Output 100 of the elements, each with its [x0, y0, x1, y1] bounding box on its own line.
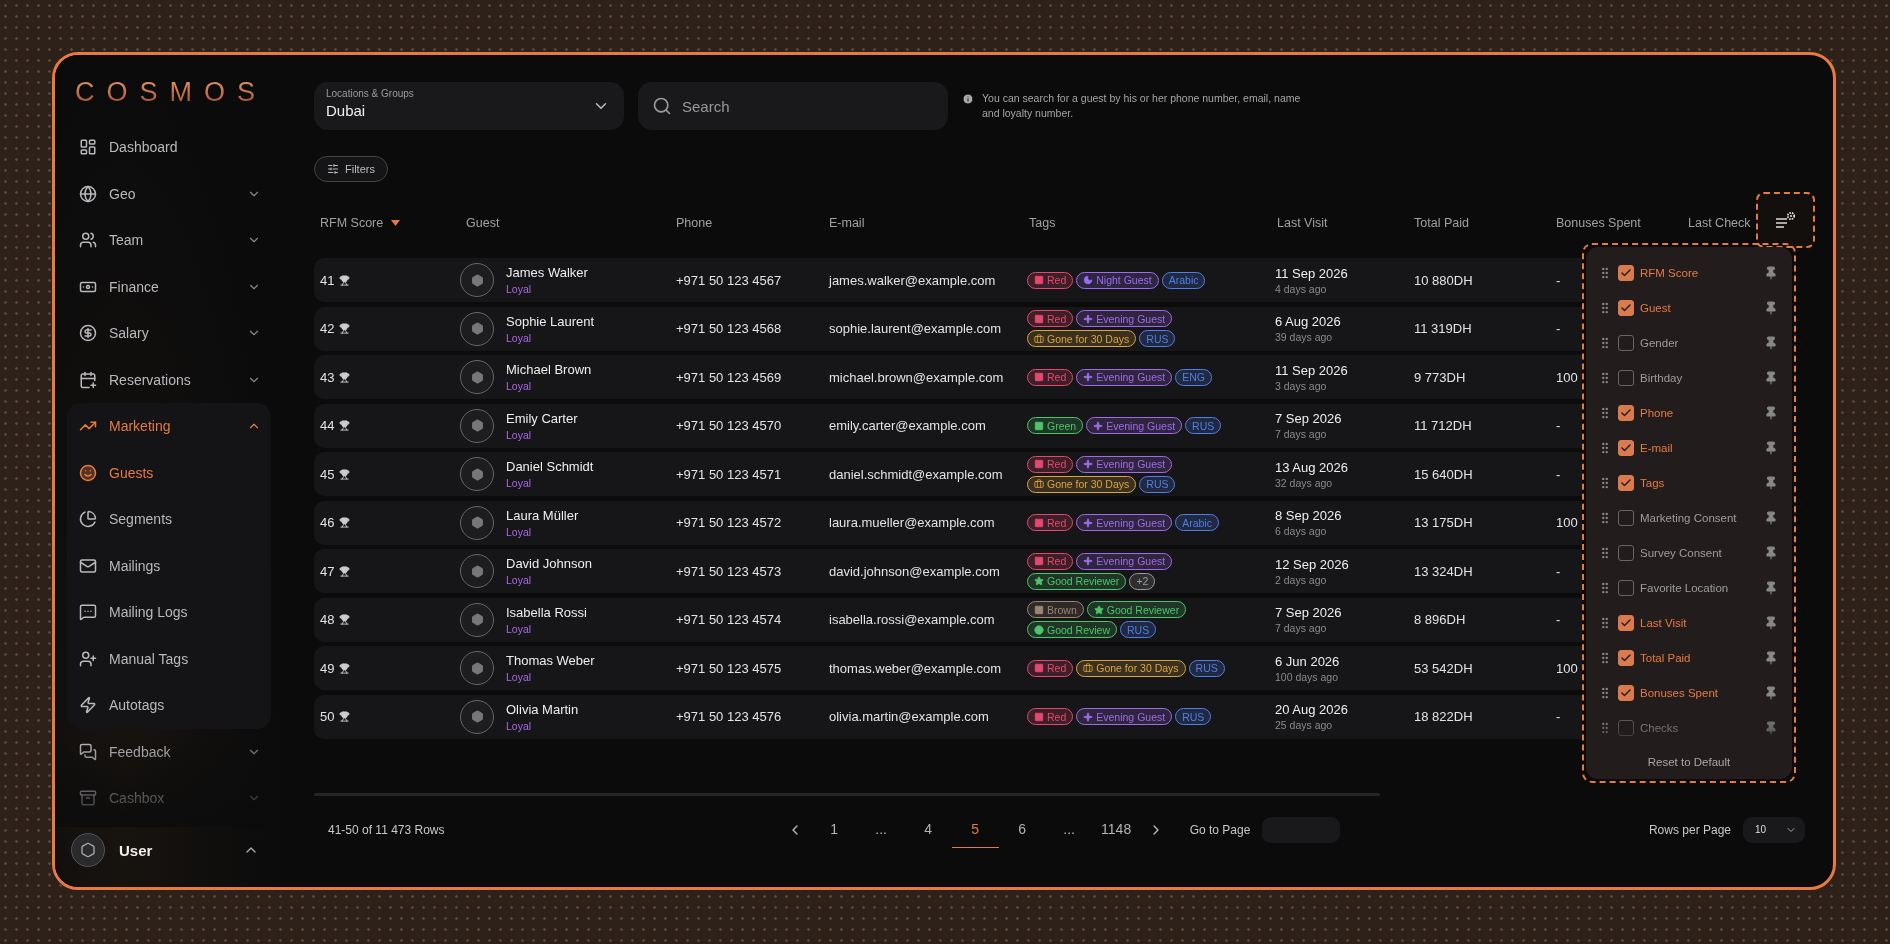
avatar[interactable] [71, 833, 105, 867]
checkbox[interactable] [1618, 649, 1634, 666]
pin-icon[interactable] [1764, 650, 1778, 665]
nav-item[interactable]: Mailings [67, 542, 271, 589]
page-button[interactable]: 6 [998, 811, 1046, 848]
reset-button[interactable]: Reset to Default [1641, 755, 1737, 769]
page-button[interactable]: 4 [904, 811, 952, 848]
table-row[interactable]: 50 Olivia Martin Loyal +971 50 123 4576 olivia.martin@example.com Red Evening Guest RUS 20 Aug 2026 25 days ago 18 822DH - [314, 694, 1582, 739]
checkbox[interactable] [1618, 579, 1634, 596]
table-row[interactable]: 42 Sophie Laurent Loyal +971 50 123 4568 sophie.laurent@example.com Red Evening Guest Gone for 30 Days RUS 6 Aug 2026 39 days ago 11 319DH - [314, 306, 1582, 351]
checkbox[interactable] [1618, 509, 1634, 526]
nav-item[interactable]: Guests [67, 449, 271, 496]
column-option[interactable]: Tags [1586, 465, 1792, 500]
page-button[interactable]: 5 [951, 811, 999, 848]
column-header[interactable]: Total Paid [1414, 216, 1469, 230]
page-button[interactable]: 1148 [1092, 811, 1140, 848]
page-button[interactable]: 1 [810, 811, 858, 848]
column-header[interactable]: RFM Score [320, 216, 401, 230]
tag: Evening Guest [1076, 552, 1173, 570]
nav-item[interactable]: Finance [67, 263, 271, 310]
nav-item[interactable]: Dashboard [67, 124, 271, 171]
nav-item[interactable]: Mailing Logs [67, 589, 271, 636]
pin-icon[interactable] [1764, 685, 1778, 700]
pin-icon[interactable] [1764, 580, 1778, 595]
pin-icon[interactable] [1764, 405, 1778, 420]
checkbox[interactable] [1618, 684, 1634, 701]
table-row[interactable]: 48 Isabella Rossi Loyal +971 50 123 4574 isabella.rossi@example.com Brown Good Reviewer Good Review RUS 7 Sep 2026 7 days ago 8 896DH - [314, 597, 1582, 642]
checkbox[interactable] [1618, 544, 1634, 561]
table-row[interactable]: 49 Thomas Weber Loyal +971 50 123 4575 thomas.weber@example.com Red Gone for 30 Days RUS 6 Jun 2026 100 days ago 53 542DH 100 [314, 646, 1582, 690]
page-button[interactable]: ... [1045, 811, 1093, 848]
column-option[interactable]: Last Visit [1586, 605, 1792, 640]
pin-icon[interactable] [1764, 335, 1778, 350]
pin-icon[interactable] [1764, 475, 1778, 490]
column-option[interactable]: Phone [1586, 395, 1792, 430]
calendar-plus-icon [79, 370, 97, 389]
table-row[interactable]: 44 Emily Carter Loyal +971 50 123 4570 emily.carter@example.com Green Evening Guest RUS 7 Sep 2026 7 days ago 11 712DH - [314, 403, 1582, 448]
checkbox[interactable] [1618, 719, 1634, 736]
globe-icon [79, 184, 97, 203]
nav-item[interactable]: Manual Tags [67, 635, 271, 682]
column-settings-button[interactable] [1756, 192, 1815, 248]
nav-item[interactable]: Team [67, 217, 271, 264]
column-option[interactable]: Marketing Consent [1586, 500, 1792, 535]
checkbox[interactable] [1618, 264, 1634, 281]
table-row[interactable]: 47 David Johnson Loyal +971 50 123 4573 david.johnson@example.com Red Evening Guest Good Reviewer +2 12 Sep 2026 2 days ago 13 324DH - [314, 549, 1582, 593]
checkbox[interactable] [1618, 614, 1634, 631]
column-option[interactable]: Bonuses Spent [1586, 675, 1792, 710]
nav-item[interactable]: Geo [67, 170, 271, 217]
checkbox[interactable] [1618, 439, 1634, 456]
checkbox[interactable] [1618, 334, 1634, 351]
column-option[interactable]: Birthday [1586, 360, 1792, 395]
column-header[interactable]: Last Check [1688, 216, 1751, 230]
filters-button[interactable]: Filters [314, 156, 388, 182]
nav-item[interactable]: Segments [67, 496, 271, 543]
column-header[interactable]: Last Visit [1277, 216, 1328, 230]
column-option[interactable]: Total Paid [1586, 640, 1792, 675]
table-row[interactable]: 41 James Walker Loyal +971 50 123 4567 james.walker@example.com Red Night Guest Arabic 11 Sep 2026 4 days ago 10 880DH - [314, 258, 1582, 302]
visit-ago: 2 days ago [1275, 573, 1328, 586]
table-row[interactable]: 43 Michael Brown Loyal +971 50 123 4569 michael.brown@example.com Red Evening Guest ENG 11 Sep 2026 3 days ago 9 773DH 100 [314, 355, 1582, 399]
total-paid-cell: 13 324DH [1414, 563, 1473, 579]
pin-icon[interactable] [1764, 510, 1778, 525]
checkbox[interactable] [1618, 299, 1634, 316]
total-paid-cell: 8 896DH [1414, 612, 1466, 627]
column-option[interactable]: Survey Consent [1586, 535, 1792, 570]
checkbox[interactable] [1618, 474, 1634, 491]
pin-icon[interactable] [1764, 545, 1778, 560]
pin-icon[interactable] [1764, 720, 1778, 735]
pin-icon[interactable] [1764, 300, 1778, 315]
nav-item[interactable]: Salary [67, 310, 271, 357]
pin-icon[interactable] [1764, 265, 1778, 280]
column-option[interactable]: Gender [1586, 325, 1792, 360]
rows-per-page-select[interactable]: 10 [1743, 816, 1805, 843]
bonuses-cell: - [1556, 418, 1561, 433]
location-select[interactable]: Locations & Groups Dubai [314, 82, 624, 130]
visit-date: 11 Sep 2026 [1275, 265, 1349, 281]
column-option[interactable]: RFM Score [1586, 255, 1792, 290]
checkbox[interactable] [1618, 404, 1634, 421]
pin-icon[interactable] [1764, 615, 1778, 630]
checkbox[interactable] [1618, 369, 1634, 386]
nav-item[interactable]: Reservations [67, 356, 271, 403]
select-label: Locations & Groups [326, 88, 415, 99]
pin-icon[interactable] [1764, 370, 1778, 385]
column-header[interactable]: Phone [676, 216, 713, 230]
tag: +2 [1129, 572, 1156, 590]
nav-item[interactable]: Autotags [67, 682, 271, 729]
email-cell: laura.mueller@example.com [829, 515, 995, 530]
column-header[interactable]: Bonuses Spent [1556, 216, 1641, 230]
nav-item[interactable]: Marketing [67, 403, 271, 450]
mail-icon [79, 556, 97, 575]
table-row[interactable]: 46 Laura Müller Loyal +971 50 123 4572 laura.mueller@example.com Red Evening Guest Arabic 8 Sep 2026 6 days ago 13 175DH 100 [314, 500, 1582, 545]
column-header[interactable]: Guest [466, 216, 500, 230]
column-option[interactable]: Favorite Location [1586, 570, 1792, 605]
column-option[interactable]: Guest [1586, 290, 1792, 325]
search-field[interactable]: Search [638, 82, 948, 130]
column-option[interactable]: E-mail [1586, 430, 1792, 465]
table-row[interactable]: 45 Daniel Schmidt Loyal +971 50 123 4571 daniel.schmidt@example.com Red Evening Guest Gone for 30 Days RUS 13 Aug 2026 32 days ago 15 640DH - [314, 452, 1582, 496]
nav-item[interactable]: Feedback [67, 728, 271, 775]
page-button[interactable]: ... [857, 811, 905, 848]
column-header[interactable]: E-mail [829, 216, 865, 230]
column-header[interactable]: Tags [1029, 216, 1056, 230]
pin-icon[interactable] [1764, 440, 1778, 455]
